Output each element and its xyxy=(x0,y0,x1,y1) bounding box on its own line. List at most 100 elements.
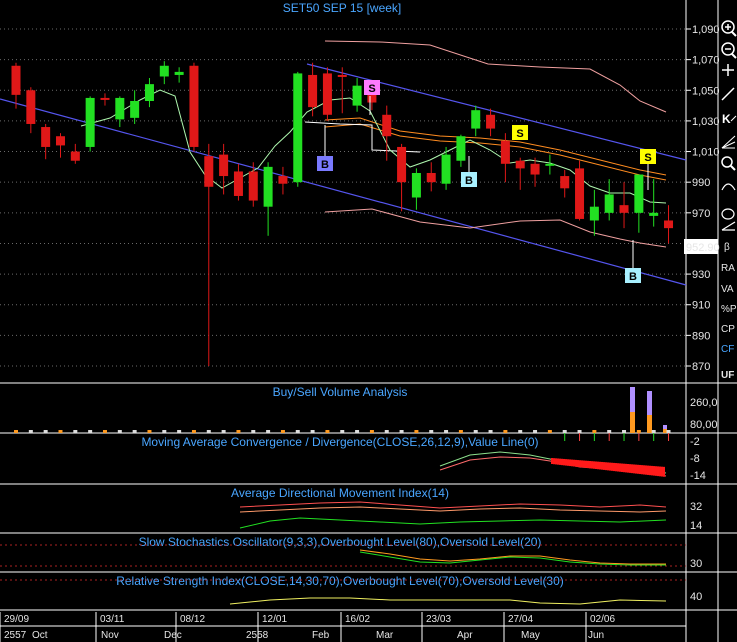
candle[interactable] xyxy=(322,67,332,121)
candle[interactable] xyxy=(471,105,481,137)
candle[interactable] xyxy=(293,71,303,187)
volume-bar-small xyxy=(325,430,330,433)
candle-body xyxy=(308,74,318,108)
candlesticks[interactable] xyxy=(11,61,674,366)
signal-label: B xyxy=(629,271,637,283)
volume-bar-small xyxy=(191,430,196,433)
cf-tool[interactable]: CF xyxy=(721,344,734,355)
volume-bar-small xyxy=(310,430,315,433)
volume-bar-small xyxy=(147,430,152,433)
volume-bar-small xyxy=(369,430,374,433)
zoom-out-icon[interactable] xyxy=(721,42,737,59)
candle[interactable] xyxy=(26,87,36,134)
side-toolbar: K β RA VA %P CP CF UF xyxy=(721,20,737,381)
candle[interactable] xyxy=(85,96,95,152)
candle-body xyxy=(85,97,95,147)
candle[interactable] xyxy=(619,182,629,229)
volume-bar-small xyxy=(14,430,18,433)
candle-body xyxy=(619,205,629,213)
candle-body xyxy=(575,168,585,219)
candle-body xyxy=(233,171,243,196)
gann-tool-icon[interactable] xyxy=(721,221,736,231)
uf-tool[interactable]: UF xyxy=(721,370,734,381)
zoom-tool-icon[interactable] xyxy=(721,156,736,171)
volume-bar-small xyxy=(607,430,612,433)
candle-body xyxy=(500,140,510,164)
sell-signal-3: S xyxy=(640,149,656,164)
stock-chart[interactable]: 1,0901,0701,0501,0301,010990970950930910… xyxy=(0,0,737,642)
cp-tool[interactable]: CP xyxy=(721,324,735,335)
candle-body xyxy=(248,171,258,201)
candle[interactable] xyxy=(397,143,407,212)
candle[interactable] xyxy=(278,166,288,195)
candle-body xyxy=(11,65,21,95)
candle[interactable] xyxy=(382,105,392,161)
candle[interactable] xyxy=(41,123,51,160)
candle-body xyxy=(382,114,392,137)
date-label: Mar xyxy=(376,630,394,641)
candle[interactable] xyxy=(263,162,273,236)
date-label: May xyxy=(521,630,540,641)
ra-tool[interactable]: RA xyxy=(721,263,735,274)
candle[interactable] xyxy=(204,143,214,366)
candle[interactable] xyxy=(515,157,525,190)
cursor-crosshair-icon[interactable] xyxy=(722,64,734,76)
candle[interactable] xyxy=(174,67,184,83)
volume-tick: 80,00 xyxy=(690,419,718,431)
candle[interactable] xyxy=(233,163,243,201)
arc-tool-icon[interactable] xyxy=(721,183,736,191)
candle[interactable] xyxy=(664,205,674,244)
signal-label: S xyxy=(516,128,523,140)
candle[interactable] xyxy=(130,90,140,124)
buy-signal-1: B xyxy=(317,156,333,171)
candle[interactable] xyxy=(560,169,570,198)
candle[interactable] xyxy=(100,93,110,106)
volume-bar-small xyxy=(503,430,508,433)
stoch-pane-title: Slow Stochastics Oscillator(9,3,3),Overb… xyxy=(139,535,542,549)
candle[interactable] xyxy=(308,62,318,117)
adx-pane-title: Average Directional Movement Index(14) xyxy=(231,486,449,500)
volume-bar-small xyxy=(384,430,389,433)
candle[interactable] xyxy=(604,179,614,221)
rsi-line xyxy=(229,597,667,605)
candle[interactable] xyxy=(159,61,169,85)
macd-tick: -8 xyxy=(690,453,700,465)
price-tick-label: 1,070 xyxy=(692,55,720,67)
zoom-in-icon[interactable] xyxy=(721,20,737,37)
adx-tick: 14 xyxy=(690,520,702,532)
candle[interactable] xyxy=(411,168,421,210)
candle-body xyxy=(174,71,184,75)
volume-bar-small xyxy=(666,430,671,433)
volume-bar-small xyxy=(488,430,493,433)
beta-tool[interactable]: β xyxy=(724,242,730,253)
fan-tool-icon[interactable] xyxy=(721,135,736,149)
candle[interactable] xyxy=(545,154,555,175)
candle[interactable] xyxy=(55,133,65,158)
volume-bar-small xyxy=(162,430,167,433)
date-label: 2557 xyxy=(4,630,27,641)
candle[interactable] xyxy=(144,78,154,108)
candle[interactable] xyxy=(189,62,199,152)
candle[interactable] xyxy=(634,174,644,233)
volume-bars xyxy=(630,387,667,433)
percent-tool[interactable]: %P xyxy=(721,304,737,315)
candle[interactable] xyxy=(530,157,540,187)
candle[interactable] xyxy=(426,162,436,192)
volume-tick: 260,0 xyxy=(690,397,718,409)
candle[interactable] xyxy=(11,62,21,109)
va-tool[interactable]: VA xyxy=(721,284,734,295)
volume-bar-small xyxy=(518,430,523,433)
candle[interactable] xyxy=(70,143,80,164)
candle-body xyxy=(411,172,421,198)
candle[interactable] xyxy=(575,160,585,221)
ellipse-tool-icon[interactable] xyxy=(721,208,735,220)
candle[interactable] xyxy=(589,189,599,236)
volume-bar-small xyxy=(622,430,627,433)
candle[interactable] xyxy=(115,96,125,128)
candle[interactable] xyxy=(486,108,496,137)
candle[interactable] xyxy=(352,78,362,112)
volume-pane-title: Buy/Sell Volume Analysis xyxy=(273,385,408,399)
candle[interactable] xyxy=(456,134,466,167)
line-draw-icon[interactable] xyxy=(721,87,735,101)
k-tool-icon[interactable]: K xyxy=(722,112,737,126)
